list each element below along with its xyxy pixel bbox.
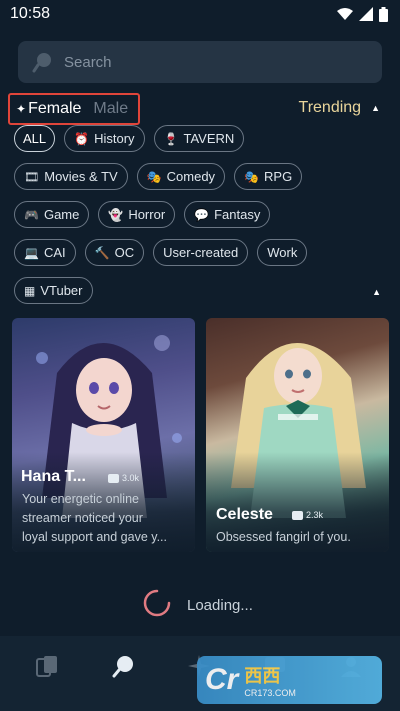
tag-fantasy[interactable]: 💬 Fantasy	[184, 201, 271, 228]
character-description: Obsessed fangirl of you.	[216, 528, 381, 547]
battery-icon	[379, 6, 388, 22]
trending-label: Trending	[298, 99, 362, 116]
loading-label: Loading...	[187, 596, 253, 614]
chat-count: 3.0k	[108, 473, 139, 483]
character-grid: Hana T... 3.0k Your energetic online str…	[12, 318, 390, 554]
character-card[interactable]: Hana T... 3.0k Your energetic online str…	[12, 318, 195, 552]
tag-label: Game	[43, 207, 80, 222]
watermark-sub: CR173.COM	[244, 688, 296, 698]
chat-icon	[108, 473, 119, 483]
explore-icon	[110, 653, 136, 684]
chat-count-value: 2.3k	[306, 510, 324, 520]
tag-horror[interactable]: 👻 Horror	[98, 201, 176, 228]
sparkle-icon: ✦	[16, 102, 27, 116]
gender-female-label: Female	[28, 100, 82, 117]
filter-row: ✦ Female Male Trending ▲	[8, 93, 392, 125]
chat-count: 2.3k	[292, 510, 323, 520]
tag-label: History	[94, 131, 135, 146]
tag-label: Horror	[128, 207, 166, 222]
chat-count-value: 3.0k	[122, 473, 140, 483]
tag-user-created[interactable]: User-created	[153, 239, 249, 266]
character-name: Celeste	[216, 506, 273, 523]
tag-all[interactable]: ALL	[14, 125, 56, 152]
watermark-main: 西西	[244, 666, 281, 686]
status-bar: 10:58	[0, 0, 400, 28]
tag-label: CAI	[43, 245, 66, 260]
tag-oc[interactable]: 🔨 OC	[84, 239, 145, 266]
description-line: streamer noticed your	[22, 511, 143, 525]
gender-female-tab[interactable]: ✦ Female	[16, 100, 81, 118]
search-icon	[32, 51, 54, 73]
cards-icon	[34, 653, 60, 684]
computer-icon: 💻	[24, 245, 39, 260]
tag-label: Fantasy	[214, 207, 261, 222]
watermark-text: 西西 CR173.COM	[244, 662, 296, 698]
collapse-tags-button[interactable]: ▲	[372, 287, 381, 297]
tag-row: 🎮 Game 👻 Horror 💬 Fantasy	[14, 201, 390, 228]
description-line: Your energetic online	[22, 492, 139, 506]
tag-comedy[interactable]: 🎭 Comedy	[136, 163, 226, 190]
alarm-clock-icon: ⏰	[74, 131, 90, 146]
nav-cards[interactable]	[32, 653, 62, 683]
character-description: Your energetic online streamer noticed y…	[22, 490, 187, 547]
gender-selector: ✦ Female Male	[8, 93, 140, 125]
tag-movies-tv[interactable]: 🎞 Movies & TV	[14, 163, 128, 190]
tag-tavern[interactable]: 🍷 TAVERN	[153, 125, 245, 152]
masks-icon: 🎭	[146, 169, 162, 184]
tag-label: VTuber	[40, 283, 83, 298]
description-line: Obsessed fangirl of you.	[216, 530, 351, 544]
category-tags: ALL ⏰ History 🍷 TAVERN 🎞 Movies & TV 🎭 Comed…	[14, 125, 390, 315]
status-time: 10:58	[10, 5, 51, 22]
character-name: Hana T...	[21, 468, 86, 485]
caret-up-icon: ▲	[371, 103, 380, 113]
character-card[interactable]: Celeste 2.3k Obsessed fangirl of you.	[206, 318, 389, 552]
tag-row: 🎞 Movies & TV 🎭 Comedy 🎭 RPG	[14, 163, 390, 190]
tag-row: 💻 CAI 🔨 OC User-created Work	[14, 239, 390, 266]
ghost-icon: 👻	[108, 207, 124, 222]
watermark-logo: Cr	[205, 663, 239, 696]
tag-label: TAVERN	[183, 131, 235, 146]
wifi-icon	[337, 7, 353, 21]
tag-vtuber[interactable]: ▦ VTuber	[14, 277, 93, 304]
loading-indicator: Loading...	[143, 589, 253, 621]
gender-male-tab[interactable]: Male	[93, 100, 128, 118]
signal-icon	[359, 7, 373, 21]
site-watermark: Cr 西西 CR173.COM	[197, 656, 382, 704]
tag-label: Comedy	[166, 169, 216, 184]
tag-cai[interactable]: 💻 CAI	[14, 239, 76, 266]
tag-history[interactable]: ⏰ History	[64, 125, 145, 152]
tag-label: Movies & TV	[44, 169, 118, 184]
tag-game[interactable]: 🎮 Game	[14, 201, 90, 228]
tag-row: ▦ VTuber	[14, 277, 390, 304]
tag-work[interactable]: Work	[257, 239, 308, 266]
status-icons	[337, 6, 388, 22]
description-line: loyal support and gave y...	[22, 530, 167, 544]
gamepad-icon: 🎮	[24, 207, 39, 222]
trending-sort-button[interactable]: Trending ▲	[299, 99, 380, 117]
chat-icon	[292, 510, 303, 520]
masks-icon: 🎭	[244, 169, 260, 184]
tag-label: RPG	[264, 169, 293, 184]
film-icon: 🎞	[24, 169, 40, 184]
tag-label: OC	[114, 245, 135, 260]
hammer-icon: 🔨	[94, 245, 110, 260]
speech-bubble-icon: 💬	[194, 207, 210, 222]
tag-rpg[interactable]: 🎭 RPG	[234, 163, 303, 190]
tag-row: ALL ⏰ History 🍷 TAVERN	[14, 125, 390, 152]
search-input[interactable]	[64, 53, 344, 71]
wine-glass-icon: 🍷	[163, 131, 179, 146]
vtuber-icon: ▦	[24, 283, 36, 298]
search-bar[interactable]	[18, 41, 382, 83]
nav-explore[interactable]	[108, 653, 138, 683]
spinner-icon	[143, 589, 171, 621]
